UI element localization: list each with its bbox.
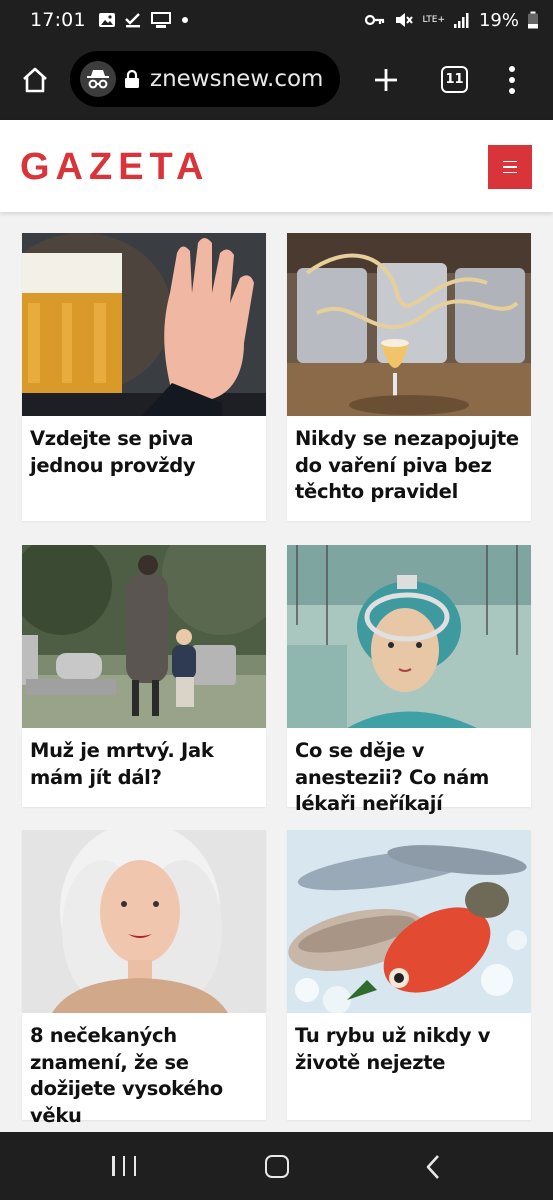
battery-icon — [528, 11, 538, 29]
article-card[interactable]: Tu rybu už nikdy v životě nejezte — [287, 830, 531, 1120]
article-title[interactable]: Muž je mrtvý. Jak mám jít dál? — [22, 728, 266, 791]
checklist-icon — [124, 13, 140, 28]
system-home-button[interactable] — [265, 1155, 289, 1178]
status-time: 17:01 — [30, 9, 86, 31]
article-card[interactable]: Vzdejte se piva jednou provždy — [22, 233, 266, 521]
network-type: LTE+ — [422, 14, 445, 25]
monitor-icon — [150, 12, 171, 28]
article-card[interactable]: 8 nečekaných znamení, že se dožijete vys… — [22, 830, 266, 1127]
cemetery-image — [22, 545, 266, 728]
article-title[interactable]: Nikdy se nezapojujte do vaření piva bez … — [287, 416, 531, 506]
article-image[interactable] — [287, 545, 531, 728]
plus-icon — [375, 69, 397, 91]
hamburger-menu-button[interactable] — [488, 145, 532, 189]
article-card[interactable]: Co se děje v anestezii? Co nám lékaři ne… — [287, 545, 531, 815]
article-title[interactable]: Tu rybu už nikdy v životě nejezte — [287, 1013, 531, 1076]
dot-icon — [181, 17, 188, 23]
article-image[interactable] — [22, 830, 266, 1013]
back-icon[interactable] — [422, 1154, 446, 1180]
gallery-icon — [98, 13, 115, 27]
article-image[interactable] — [22, 545, 266, 728]
system-navigation-bar — [0, 1132, 553, 1200]
site-logo[interactable]: GAZETA — [20, 146, 209, 189]
fish-on-ice-image — [287, 830, 531, 1013]
elderly-woman-image — [22, 830, 266, 1013]
key-icon — [365, 14, 385, 26]
article-card[interactable]: Muž je mrtvý. Jak mám jít dál? — [22, 545, 266, 807]
article-card[interactable]: Nikdy se nezapojujte do vaření piva bez … — [287, 233, 531, 521]
article-title[interactable]: Vzdejte se piva jednou provždy — [22, 416, 266, 479]
mute-icon — [396, 13, 414, 27]
dot-icon — [509, 88, 515, 94]
anesthesia-image — [287, 545, 531, 728]
battery-percent: 19% — [478, 9, 519, 31]
signal-icon — [453, 13, 469, 28]
article-image[interactable] — [22, 233, 266, 416]
article-title[interactable]: 8 nečekaných znamení, že se dožijete vys… — [22, 1013, 266, 1129]
article-title[interactable]: Co se děje v anestezii? Co nám lékaři ne… — [287, 728, 531, 818]
tab-switcher-button[interactable]: 11 — [441, 66, 468, 93]
lock-icon — [124, 68, 142, 90]
dot-icon — [509, 77, 515, 83]
new-tab-button[interactable] — [366, 58, 406, 102]
url-text: znewsnew.com — [150, 66, 324, 92]
incognito-icon — [80, 61, 116, 97]
site-header: GAZETA — [0, 120, 553, 212]
home-icon — [23, 67, 47, 93]
home-button[interactable] — [0, 40, 70, 120]
dot-icon — [509, 66, 515, 72]
brewing-equipment-image — [287, 233, 531, 416]
status-bar: 17:01 LTE+ 19% — [0, 0, 553, 40]
recent-apps-button[interactable] — [112, 1156, 136, 1176]
browser-toolbar: znewsnew.com 11 — [0, 40, 553, 120]
overflow-menu-button[interactable] — [498, 58, 526, 102]
beer-refusal-image — [22, 233, 266, 416]
address-bar[interactable]: znewsnew.com — [70, 51, 340, 107]
article-image[interactable] — [287, 233, 531, 416]
article-image[interactable] — [287, 830, 531, 1013]
article-grid: Vzdejte se piva jednou provždy Nikdy se … — [0, 212, 553, 1132]
